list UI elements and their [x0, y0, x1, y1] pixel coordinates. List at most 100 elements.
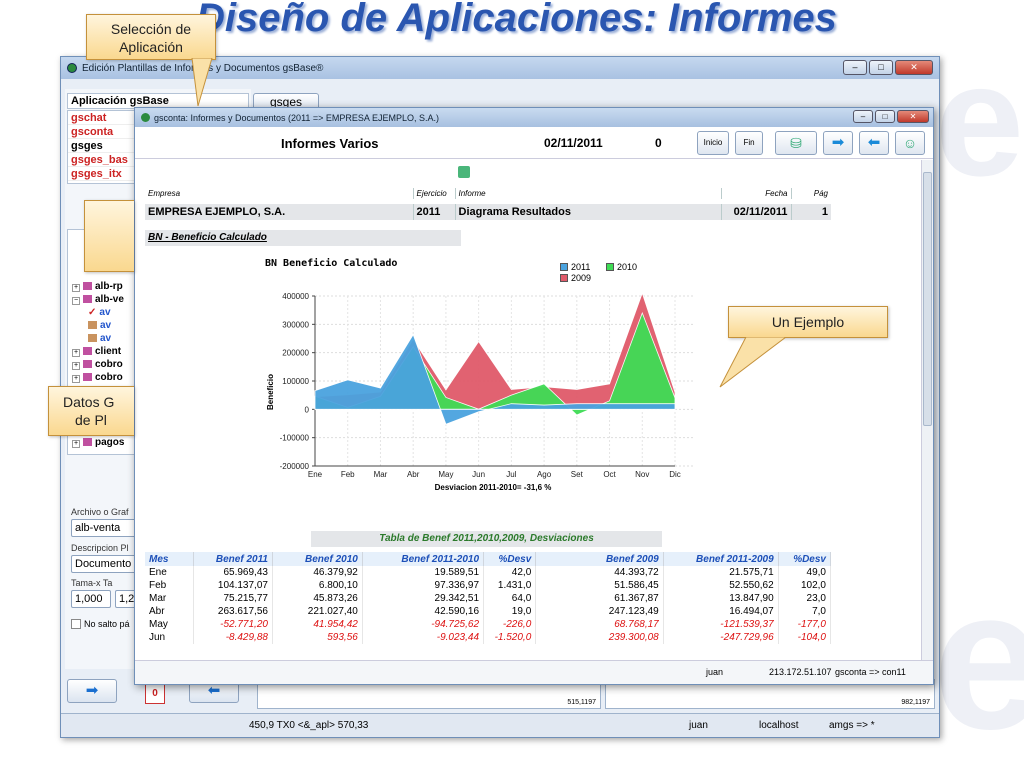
- table-cell: 263.617,56: [193, 605, 273, 618]
- folder-icon: [83, 373, 92, 381]
- report-content: Empresa Ejercicio Informe Fecha Pág EMPR…: [135, 160, 921, 660]
- inicio-button[interactable]: Inicio: [697, 131, 729, 155]
- x-tick-label: Jun: [472, 470, 485, 479]
- report-window-title: gsconta: Informes y Documentos (2011 => …: [154, 112, 439, 123]
- table-cell: 45.873,26: [272, 592, 363, 605]
- table-row: Feb 104.137,07 6.800,10 97.336,97 1.431,0 51.…: [145, 579, 832, 592]
- archivo-field[interactable]: alb-venta: [71, 519, 141, 537]
- callout-pointer: [191, 58, 213, 107]
- app-icon: [141, 113, 150, 122]
- status-user: juan: [689, 720, 708, 731]
- report-window: gsconta: Informes y Documentos (2011 => …: [134, 107, 934, 685]
- table-cell: Mar: [145, 592, 194, 605]
- status-bar: 450,9 TX0 <&_apl> 570,33 juan localhost …: [61, 713, 939, 737]
- table-cell: Jun: [145, 631, 194, 644]
- column-header: Benef 2011-2009: [663, 552, 779, 566]
- folder-icon: [83, 347, 92, 355]
- x-tick-label: Set: [571, 470, 584, 479]
- close-button[interactable]: ✕: [895, 60, 933, 75]
- ruler-value: 982,1197: [901, 699, 930, 706]
- table-cell: 51.586,45: [535, 579, 664, 592]
- no-salto-label: No salto pá: [84, 619, 130, 629]
- user-add-icon[interactable]: ☺: [895, 131, 925, 155]
- y-tick-label: -200000: [280, 462, 310, 471]
- folder-icon: [83, 282, 92, 290]
- table-cell: 23,0: [778, 592, 832, 605]
- y-tick-label: 400000: [282, 292, 309, 301]
- close-button[interactable]: ✕: [897, 110, 929, 123]
- no-salto-checkbox[interactable]: No salto pá: [71, 619, 130, 629]
- fin-button[interactable]: Fin: [735, 131, 763, 155]
- status-ip: 213.172.51.107: [769, 667, 832, 677]
- status-host: localhost: [759, 720, 799, 731]
- table-cell: -226,0: [483, 618, 537, 631]
- table-cell: -8.429,88: [193, 631, 273, 644]
- table-cell: 19.589,51: [362, 566, 485, 579]
- maximize-button[interactable]: □: [875, 110, 895, 123]
- table-cell: 19,0: [483, 605, 537, 618]
- background-letter-decoration: e: [935, 30, 1024, 209]
- database-add-icon[interactable]: ⛁: [775, 131, 817, 155]
- table-cell: 97.336,97: [362, 579, 485, 592]
- table-cell: -104,0: [778, 631, 832, 644]
- table-cell: 65.969,43: [193, 566, 273, 579]
- table-cell: -9.023,44: [362, 631, 485, 644]
- counter-badge: 0: [145, 684, 165, 704]
- report-window-controls: – □ ✕: [853, 110, 929, 123]
- y-axis-label: Beneficio: [266, 374, 275, 410]
- ruler-value: 515,1197: [567, 699, 596, 706]
- x-tick-label: Oct: [603, 470, 616, 479]
- callout-hidden: [84, 200, 134, 272]
- table-cell: 239.300,08: [535, 631, 664, 644]
- status-coords: 450,9 TX0 <&_apl> 570,33: [249, 720, 369, 731]
- checkbox-box[interactable]: [71, 619, 81, 629]
- table-row: Mar 75.215,77 45.873,26 29.342,51 64,0 61.367…: [145, 592, 832, 605]
- x-tick-label: Feb: [341, 470, 355, 479]
- callout-seleccion: Selección de Aplicación: [86, 14, 216, 60]
- callout-pointer: [719, 337, 787, 388]
- next-button[interactable]: ➡: [67, 679, 117, 703]
- column-header: %Desv: [778, 552, 832, 566]
- document-icon: [88, 321, 97, 329]
- x-tick-label: Dic: [669, 470, 681, 479]
- archivo-label: Archivo o Graf: [71, 507, 129, 517]
- app-icon: [67, 63, 77, 73]
- table-cell: 21.575,71: [663, 566, 779, 579]
- table-cell: 64,0: [483, 592, 537, 605]
- tama-x-field[interactable]: 1,000: [71, 590, 111, 608]
- table-row: Jun -8.429,88 593,56 -9.023,44 -1.520,0 239.3…: [145, 631, 832, 644]
- maximize-button[interactable]: □: [869, 60, 893, 75]
- arrow-right-icon[interactable]: ➡: [823, 131, 853, 155]
- x-tick-label: Nov: [635, 470, 649, 479]
- minimize-button[interactable]: –: [843, 60, 867, 75]
- table-cell: 102,0: [778, 579, 832, 592]
- table-cell: 42.590,16: [362, 605, 485, 618]
- benefit-table: Mes Benef 2011 Benef 2010 Benef 2011-201…: [145, 552, 832, 644]
- table-cell: 16.494,07: [663, 605, 779, 618]
- table-cell: 75.215,77: [193, 592, 273, 605]
- table-cell: 29.342,51: [362, 592, 485, 605]
- document-icon: [88, 334, 97, 342]
- column-header: Benef 2011: [193, 552, 273, 566]
- scrollbar-thumb[interactable]: [923, 172, 932, 426]
- report-toolbar: Informes Varios 02/11/2011 0 Inicio Fin …: [135, 127, 933, 159]
- table-cell: 49,0: [778, 566, 832, 579]
- vertical-scrollbar[interactable]: [921, 160, 933, 660]
- x-tick-label: Abr: [407, 470, 420, 479]
- x-tick-label: Ago: [537, 470, 552, 479]
- minimize-button[interactable]: –: [853, 110, 873, 123]
- callout-datos: Datos Gde Pl: [48, 386, 134, 436]
- x-axis-label: Desviacion 2011-2010= -31,6 %: [435, 483, 552, 492]
- status-amgs: amgs => *: [829, 720, 875, 731]
- table-cell: Abr: [145, 605, 194, 618]
- table-cell: -177,0: [778, 618, 832, 631]
- arrow-left-icon[interactable]: ⬅: [859, 131, 889, 155]
- descripcion-field[interactable]: Documento: [71, 555, 141, 573]
- table-header-row: Mes Benef 2011 Benef 2010 Benef 2011-201…: [145, 552, 832, 566]
- y-tick-label: 0: [305, 405, 310, 414]
- table-cell: 46.379,92: [272, 566, 363, 579]
- table-cell: Feb: [145, 579, 194, 592]
- column-header: Mes: [145, 552, 194, 566]
- table-cell: -247.729,96: [663, 631, 779, 644]
- descripcion-label: Descripcion Pl: [71, 543, 129, 553]
